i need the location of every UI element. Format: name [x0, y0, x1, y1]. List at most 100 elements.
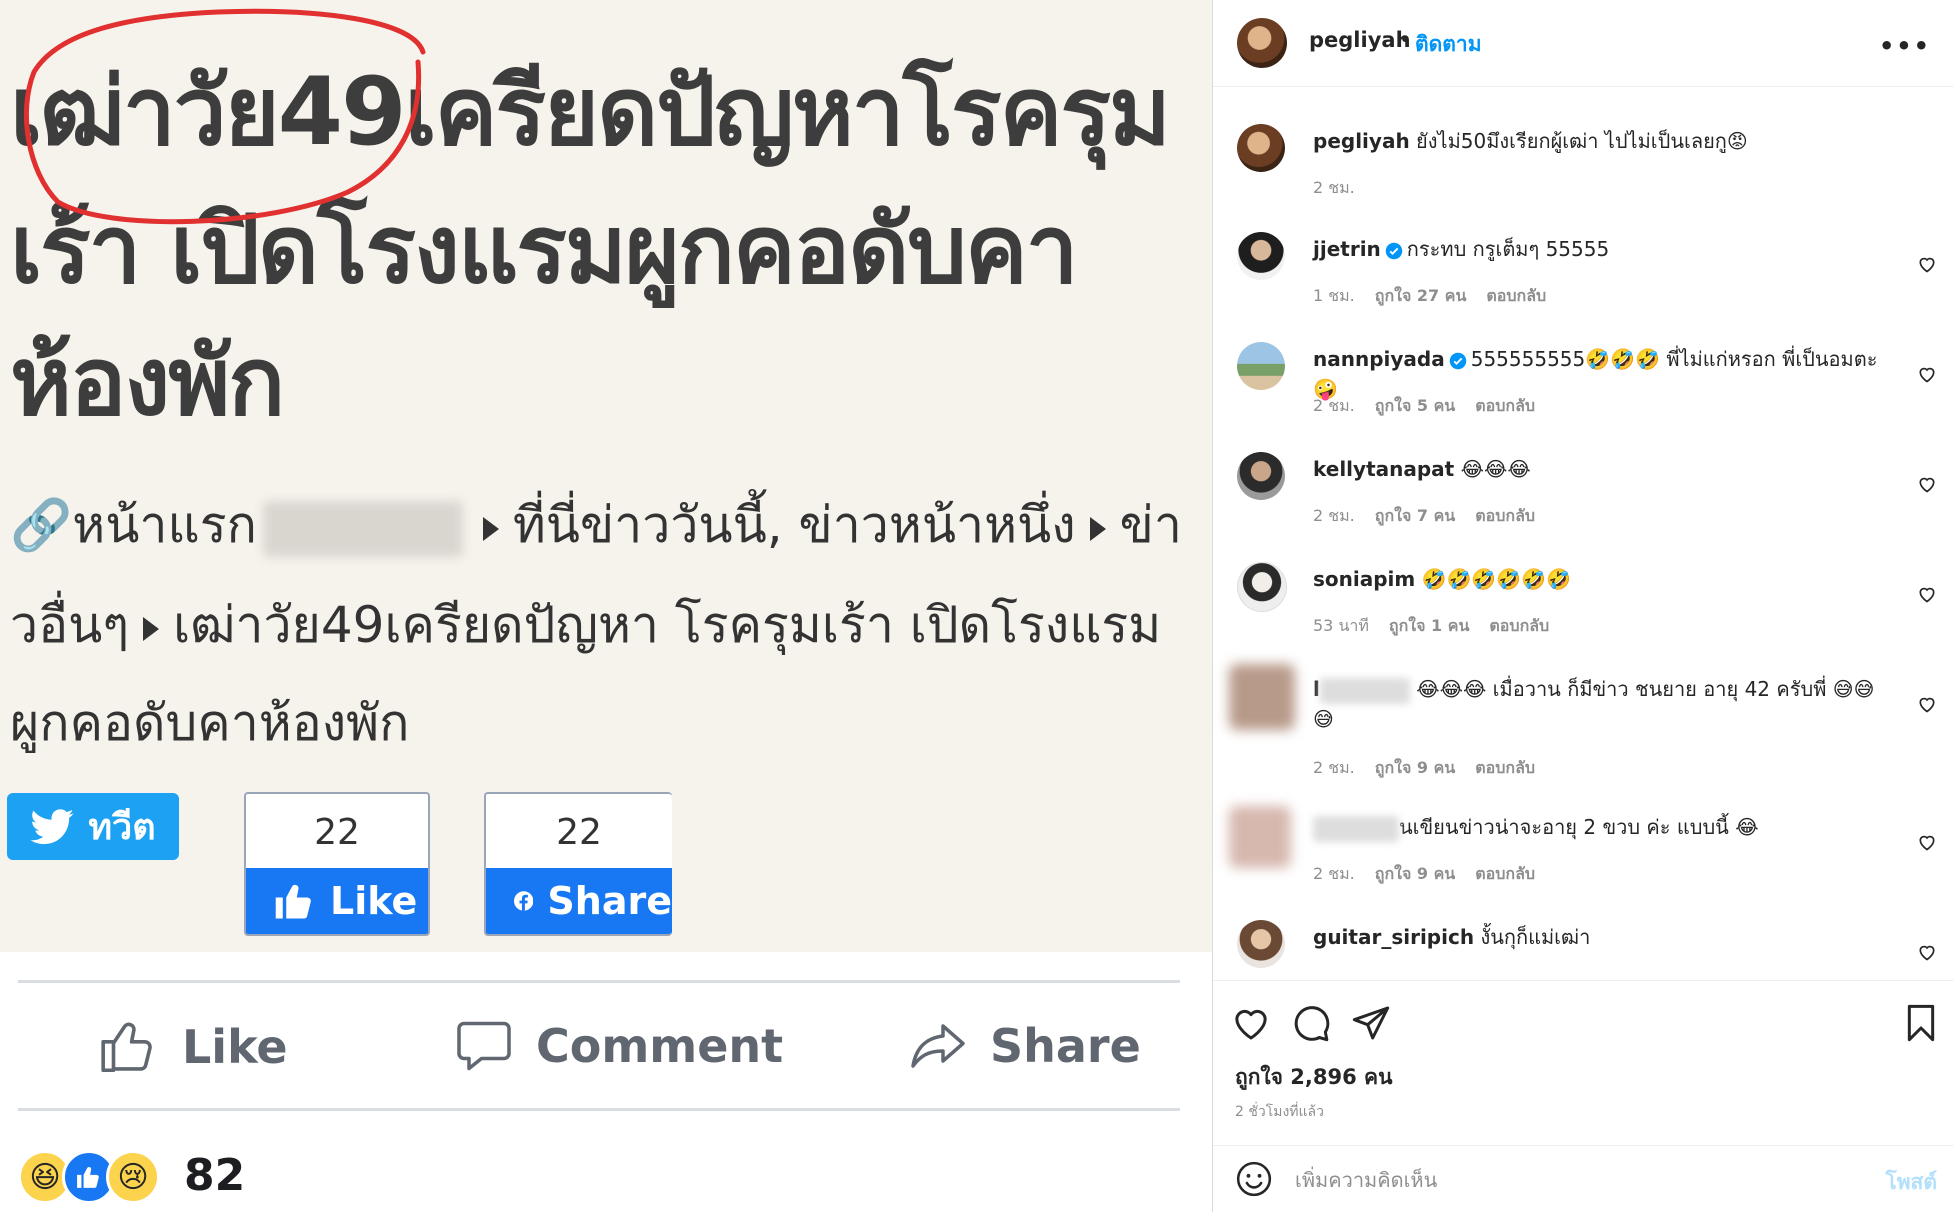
separator-dot: • — [1399, 28, 1412, 52]
share-send-icon[interactable] — [1351, 1003, 1391, 1043]
comment-time[interactable]: 2 ชม. — [1313, 396, 1355, 415]
thumbs-up-icon — [275, 884, 311, 919]
comment-time[interactable]: 2 ชม. — [1313, 506, 1355, 525]
comment-username[interactable]: kellytanapat — [1313, 457, 1454, 481]
likes-count[interactable]: ถูกใจ 2,896 คน — [1235, 1061, 1392, 1094]
comment-text: งั้นกุก็แม่เฒ่า — [1480, 925, 1591, 949]
fb-like-label: Like — [182, 1020, 288, 1074]
comment-time[interactable]: 53 นาที — [1313, 616, 1369, 635]
share-count: 22 — [556, 812, 602, 853]
heart-icon[interactable] — [1917, 364, 1937, 384]
comment-body: guitar_siripich งั้นกุก็แม่เฒ่า — [1313, 922, 1893, 952]
avatar[interactable] — [1237, 124, 1285, 172]
comment-icon[interactable] — [1291, 1003, 1331, 1043]
comment-time[interactable]: 2 ชม. — [1313, 864, 1355, 883]
breadcrumb-line-1: 🔗หน้าแรก ที่นี่ข่าววันนี้, ข่าวหน้าหนึ่งข… — [10, 500, 1182, 557]
emoji-smiley-icon[interactable] — [1235, 1160, 1273, 1198]
verified-badge-icon — [1449, 352, 1466, 369]
bookmark-icon[interactable] — [1901, 1003, 1941, 1043]
comment-text: 😂😂😂 — [1460, 457, 1531, 481]
reply-button[interactable]: ตอบกลับ — [1475, 864, 1535, 883]
comment-meta: 2 ชม. ถูกใจ 9 คน ตอบกลับ — [1313, 862, 1555, 887]
fb-comment-action: Comment — [454, 1016, 783, 1076]
reply-button[interactable]: ตอบกลับ — [1486, 286, 1546, 305]
breadcrumb-home: หน้าแรก — [72, 496, 257, 554]
avatar[interactable] — [1237, 920, 1285, 968]
breadcrumb-line-3: ผูกคอดับคาห้องพัก — [10, 694, 410, 752]
avatar[interactable] — [1237, 232, 1285, 280]
comment-username[interactable]: guitar_siripich — [1313, 925, 1474, 949]
heart-icon[interactable] — [1917, 584, 1937, 604]
comment-likes[interactable]: ถูกใจ 1 คน — [1389, 616, 1469, 635]
avatar[interactable] — [1237, 342, 1285, 390]
sad-reaction-icon: 😢 — [106, 1150, 160, 1204]
like-heart-icon[interactable] — [1231, 1003, 1271, 1043]
reply-button[interactable]: ตอบกลับ — [1489, 616, 1549, 635]
breadcrumb-line-2: วอื่นๆ เฒ่าวัย49เครียดปัญหา โรครุมเร้า เป… — [10, 600, 1161, 650]
heart-icon[interactable] — [1917, 254, 1937, 274]
comment-likes[interactable]: ถูกใจ 9 คน — [1375, 758, 1455, 777]
comment-username[interactable]: jjetrin — [1313, 237, 1381, 261]
comment-time[interactable]: 1 ชม. — [1313, 286, 1355, 305]
heart-icon[interactable] — [1917, 942, 1937, 962]
fb-comment-label: Comment — [536, 1019, 784, 1073]
breadcrumb-section: ที่นี่ข่าววันนี้, ข่าวหน้าหนึ่ง — [512, 496, 1076, 554]
avatar[interactable] — [1229, 806, 1291, 868]
blurred-username — [1319, 677, 1410, 704]
comment-username[interactable]: nannpiyada — [1313, 347, 1445, 371]
avatar[interactable] — [1237, 18, 1287, 68]
reply-button[interactable]: ตอบกลับ — [1475, 396, 1535, 415]
comment-text: 🤣🤣🤣🤣🤣🤣 — [1421, 567, 1572, 591]
comment-text: กระทบ กรูเต็มๆ 55555 — [1406, 237, 1610, 261]
comment-body: l 😂😂😂 เมื่อวาน ก็มีข่าว ชนยาย อายุ 42 คร… — [1313, 674, 1893, 734]
like-widget-label: Like — [330, 879, 418, 923]
more-options-icon[interactable]: ••• — [1879, 32, 1931, 60]
comment-meta: 53 นาที ถูกใจ 1 คน ตอบกลับ — [1313, 614, 1569, 639]
facebook-icon — [514, 891, 534, 911]
comment-likes[interactable]: ถูกใจ 5 คน — [1375, 396, 1455, 415]
comment-username[interactable]: soniapim — [1313, 567, 1415, 591]
comment-body: jjetrin กระทบ กรูเต็มๆ 55555 — [1313, 234, 1893, 264]
reply-button[interactable]: ตอบกลับ — [1475, 506, 1535, 525]
post-header: pegliyah • ติดตาม ••• — [1213, 0, 1954, 87]
red-circle-annotation — [23, 8, 426, 225]
comment-likes[interactable]: ถูกใจ 9 คน — [1375, 864, 1455, 883]
fb-share-action: Share — [908, 1016, 1141, 1076]
reply-button[interactable]: ตอบกลับ — [1475, 758, 1535, 777]
post-comment-button[interactable]: โพสต์ — [1885, 1166, 1937, 1199]
follow-button[interactable]: ติดตาม — [1415, 28, 1482, 61]
header-username[interactable]: pegliyah — [1309, 28, 1411, 52]
comment-likes[interactable]: ถูกใจ 27 คน — [1375, 286, 1467, 305]
triangle-right-icon — [482, 516, 499, 541]
comment-bubble-icon — [457, 1021, 511, 1071]
comment-username[interactable]: pegliyah — [1313, 129, 1410, 153]
fb-share-widget-button: Share — [486, 868, 672, 934]
fb-share-label: Share — [990, 1019, 1141, 1073]
fb-like-widget-button: Like — [246, 868, 428, 934]
comment-time[interactable]: 2 ชม. — [1313, 178, 1355, 197]
post-image: เฒ่าวัย49เครียดปัญหาโรครุม เร้า เปิดโรงแ… — [0, 0, 1212, 1212]
comment-username[interactable]: l — [1313, 677, 1320, 701]
breadcrumb-other-start: ข่า — [1119, 496, 1182, 554]
verified-badge-icon — [1385, 242, 1403, 259]
avatar[interactable] — [1237, 452, 1285, 500]
comment-time[interactable]: 2 ชม. — [1313, 758, 1355, 777]
blurred-username — [1313, 815, 1399, 842]
comment-likes[interactable]: ถูกใจ 7 คน — [1375, 506, 1455, 525]
fb-like-action: Like — [98, 1016, 288, 1078]
comment-text: นเขียนข่าวน่าจะอายุ 2 ขวบ ค่ะ แบบนี้ 😂 — [1399, 815, 1759, 839]
divider — [18, 1108, 1180, 1111]
instagram-panel: pegliyah • ติดตาม ••• pegliyah ยังไม่50ม… — [1212, 0, 1954, 1212]
avatar[interactable] — [1237, 562, 1287, 612]
comment-meta: 2 ชม. ถูกใจ 7 คน ตอบกลับ — [1313, 504, 1555, 529]
reaction-icons: 😆 😢 — [18, 1150, 160, 1204]
heart-icon[interactable] — [1917, 832, 1937, 852]
add-comment-bar: โพสต์ — [1213, 1145, 1954, 1212]
heart-icon[interactable] — [1917, 694, 1937, 714]
post-actions: ถูกใจ 2,896 คน 2 ชั่วโมงที่แล้ว โพสต์ — [1213, 980, 1954, 1211]
avatar[interactable] — [1229, 664, 1295, 730]
heart-icon[interactable] — [1917, 474, 1937, 494]
headline-line-3: ห้องพัก — [10, 328, 285, 437]
reaction-count: 82 — [184, 1150, 246, 1201]
comment-input[interactable] — [1293, 1164, 1817, 1196]
